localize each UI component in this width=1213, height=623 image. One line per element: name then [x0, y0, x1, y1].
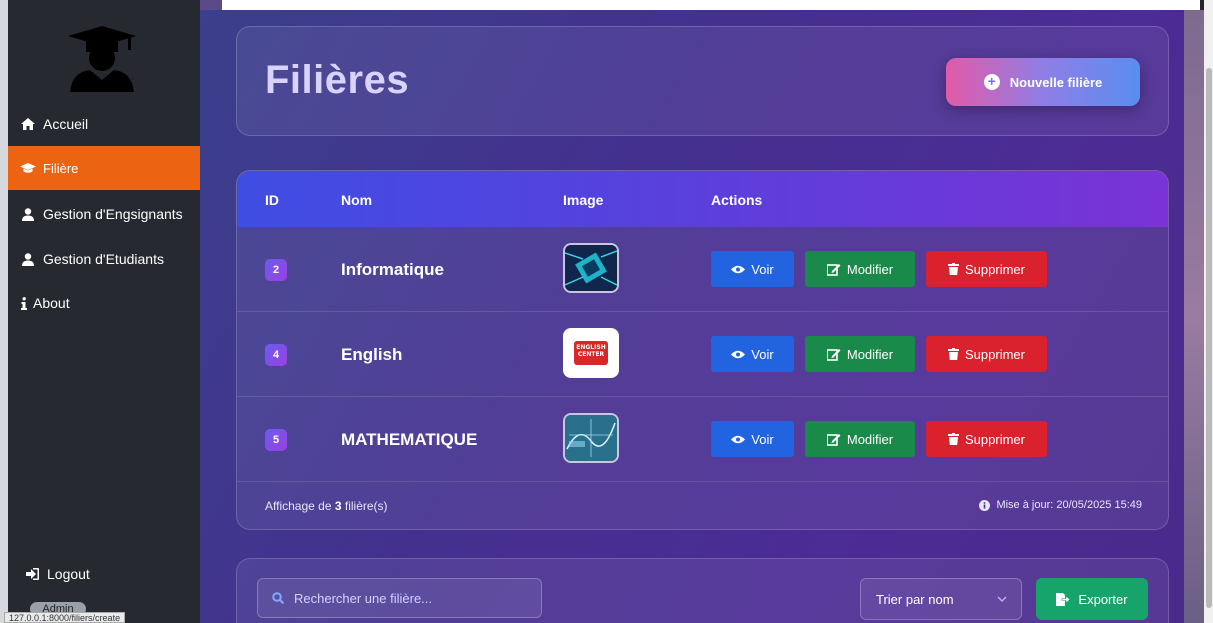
sidebar-item-accueil[interactable]: Accueil [8, 102, 200, 146]
view-label: Voir [751, 431, 774, 447]
table-row: 5 MATHEMATIQUE Voir Modifier Supprimer [237, 397, 1168, 482]
table-header: ID Nom Image Actions [237, 171, 1168, 227]
edit-icon [826, 433, 841, 446]
sidebar-item-label: Filière [43, 160, 79, 176]
file-export-icon [1056, 592, 1071, 606]
column-header-nom: Nom [341, 192, 373, 208]
view-button[interactable]: Voir [711, 251, 794, 287]
status-bar-url: 127.0.0.1:8000/filiers/create [4, 612, 126, 623]
sidebar-item-enseignants[interactable]: Gestion d'Engsignants [8, 192, 200, 236]
view-label: Voir [751, 261, 774, 277]
logout-label: Logout [47, 566, 90, 582]
new-filiere-label: Nouvelle filière [1009, 74, 1103, 90]
delete-button[interactable]: Supprimer [926, 251, 1047, 287]
export-button[interactable]: Exporter [1036, 578, 1148, 620]
sort-select[interactable]: Trier par nom [860, 578, 1022, 620]
eye-icon [731, 265, 746, 274]
scrollbar-thumb[interactable] [1206, 68, 1212, 608]
id-badge: 5 [265, 429, 287, 451]
filiere-name: English [341, 345, 403, 364]
sidebar: Accueil Filière Gestion d'Engsignants Ge… [0, 0, 200, 623]
logout-link[interactable]: Logout [26, 566, 90, 582]
home-icon [19, 117, 37, 131]
sign-out-icon [26, 568, 39, 580]
edit-label: Modifier [846, 431, 894, 447]
logo-text: ENGLISH [576, 344, 606, 351]
search-icon [272, 592, 284, 604]
search-input[interactable]: Rechercher une filière... [257, 578, 542, 618]
filiere-image [563, 243, 619, 293]
trash-icon [948, 263, 960, 275]
new-filiere-button[interactable]: + Nouvelle filière [946, 58, 1140, 106]
student-graduate-logo [68, 26, 136, 92]
edit-label: Modifier [846, 261, 894, 277]
eye-icon [731, 350, 746, 359]
info-circle-icon [979, 499, 991, 511]
edit-icon [826, 263, 841, 276]
info-icon [19, 296, 29, 310]
search-placeholder: Rechercher une filière... [294, 590, 433, 606]
delete-label: Supprimer [965, 346, 1025, 362]
record-count: Affichage de 3 filière(s) [265, 499, 388, 513]
filiere-name: Informatique [341, 260, 444, 279]
edit-label: Modifier [846, 346, 894, 362]
export-label: Exporter [1078, 591, 1128, 607]
plus-circle-icon: + [983, 74, 1000, 90]
edit-icon [826, 348, 841, 361]
filiere-image [563, 413, 619, 463]
id-badge: 4 [265, 344, 287, 366]
page-title: Filières [265, 58, 410, 102]
record-count-prefix: Affichage de [265, 499, 335, 513]
last-updated: Mise à jour: 20/05/2025 15:49 [979, 499, 1142, 511]
sidebar-item-filiere[interactable]: Filière [8, 146, 200, 190]
record-count-number: 3 [334, 499, 342, 513]
table-row: 4 English ENGLISH CENTER Voir Modifier S… [237, 312, 1168, 397]
edit-button[interactable]: Modifier [805, 336, 915, 372]
filiere-image: ENGLISH CENTER [563, 328, 619, 378]
sidebar-item-label: Accueil [43, 116, 89, 132]
table-footer: Affichage de 3 filière(s) Mise à jour: 2… [237, 481, 1168, 529]
trash-icon [948, 348, 960, 360]
column-header-image: Image [563, 192, 604, 208]
sidebar-item-label: Gestion d'Engsignants [43, 206, 183, 222]
view-button[interactable]: Voir [711, 421, 794, 457]
sidebar-item-label: Gestion d'Etudiants [43, 251, 164, 267]
sidebar-item-about[interactable]: About [8, 281, 200, 325]
id-badge: 2 [265, 259, 287, 281]
filiere-name: MATHEMATIQUE [341, 430, 478, 449]
view-button[interactable]: Voir [711, 336, 794, 372]
edit-button[interactable]: Modifier [805, 251, 915, 287]
sort-label: Trier par nom [876, 591, 954, 607]
logo-text: CENTER [577, 351, 605, 358]
user-icon [19, 207, 37, 221]
column-header-id: ID [265, 192, 279, 208]
eye-icon [731, 435, 746, 444]
trash-icon [948, 433, 960, 445]
delete-label: Supprimer [965, 261, 1025, 277]
filieres-table: ID Nom Image Actions 2 Informatique Voir… [236, 170, 1169, 530]
sidebar-item-label: About [33, 295, 70, 311]
column-header-actions: Actions [711, 192, 763, 208]
sidebar-item-etudiants[interactable]: Gestion d'Etudiants [8, 237, 200, 281]
record-count-suffix: filière(s) [341, 499, 388, 513]
graduation-cap-icon [19, 161, 37, 175]
view-label: Voir [751, 346, 774, 362]
edit-button[interactable]: Modifier [805, 421, 915, 457]
top-strip [200, 0, 1200, 10]
delete-label: Supprimer [965, 431, 1025, 447]
table-row: 2 Informatique Voir Modifier Supprimer [237, 227, 1168, 312]
delete-button[interactable]: Supprimer [926, 336, 1047, 372]
user-icon [19, 252, 37, 266]
delete-button[interactable]: Supprimer [926, 421, 1047, 457]
last-updated-text: Mise à jour: 20/05/2025 15:49 [996, 499, 1142, 511]
chevron-down-icon [997, 596, 1007, 602]
